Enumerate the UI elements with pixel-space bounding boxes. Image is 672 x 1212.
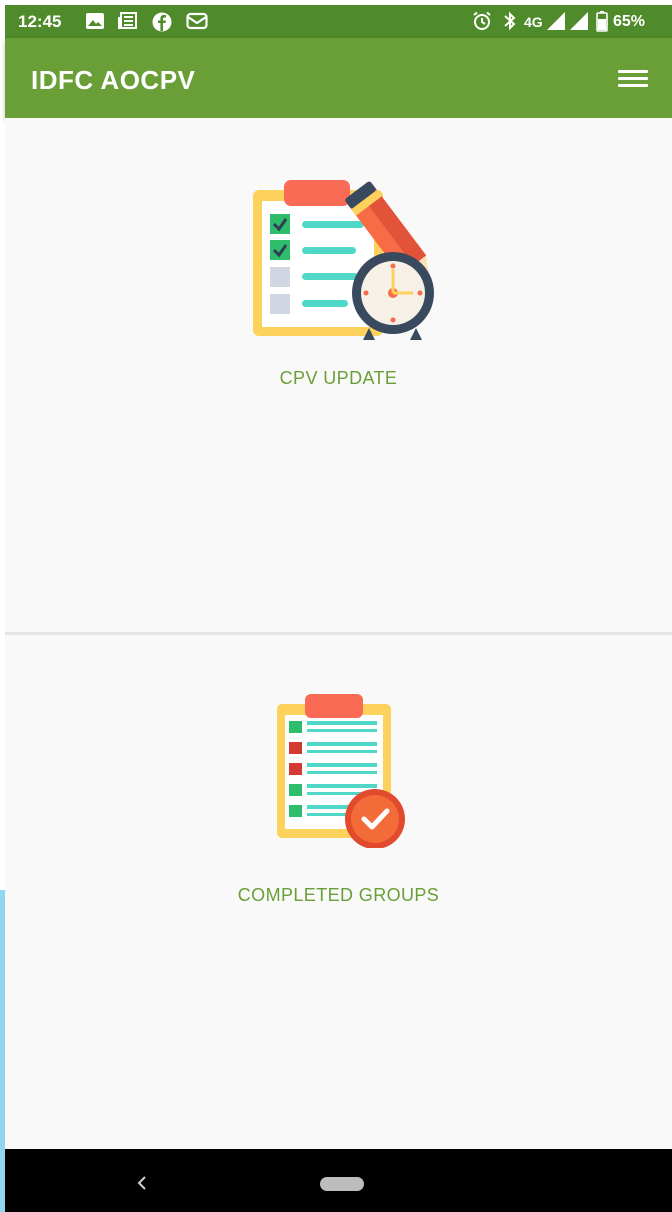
status-bar: 12:45 4G 65% [5, 5, 672, 38]
completed-groups-card[interactable]: COMPLETED GROUPS [5, 635, 672, 1149]
battery-icon [596, 11, 608, 32]
news-icon [118, 12, 137, 29]
bluetooth-icon [504, 11, 516, 31]
signal-icon [570, 12, 588, 30]
system-status-icons: 4G 65% [466, 11, 666, 33]
navigation-bar [5, 1149, 672, 1212]
back-chevron-icon[interactable] [135, 1173, 149, 1193]
hamburger-menu-button[interactable] [616, 64, 650, 94]
cpv-update-card[interactable]: CPV UPDATE [5, 118, 672, 632]
hamburger-menu-icon [618, 70, 648, 73]
status-time: 12:45 [18, 12, 62, 31]
alarm-icon [473, 11, 491, 30]
signal-icon [547, 12, 565, 30]
phone-screen: 12:45 4G 65% IDFC AOCPV CPV UPDATE COMPL… [5, 5, 672, 1212]
app-title: IDFC AOCPV [31, 65, 196, 95]
app-bar: IDFC AOCPV [5, 38, 672, 118]
clipboard-check-icon [277, 694, 405, 848]
network-type: 4G [524, 14, 543, 30]
home-pill-icon[interactable] [320, 1177, 364, 1191]
checklist-clock-icon [253, 180, 434, 340]
battery-percent: 65% [613, 13, 646, 30]
completed-groups-label: COMPLETED GROUPS [237, 885, 440, 905]
facebook-icon [152, 12, 172, 32]
mail-icon [186, 12, 208, 30]
image-icon [86, 13, 104, 29]
cpv-update-label: CPV UPDATE [279, 368, 398, 388]
